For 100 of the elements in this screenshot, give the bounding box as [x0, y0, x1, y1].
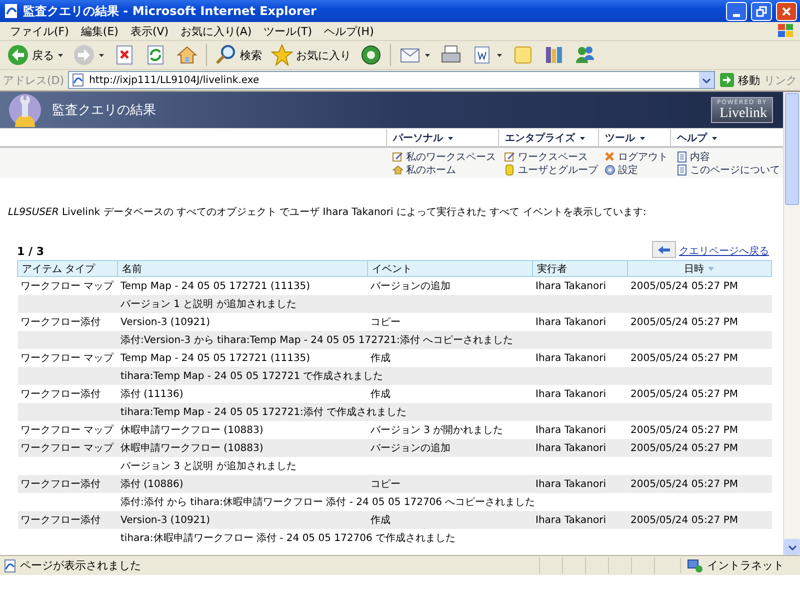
address-field[interactable]: http://ixjp111/LL9104J/livelink.exe: [68, 71, 715, 89]
search-button[interactable]: 検索: [212, 42, 265, 68]
nav-link[interactable]: ワークスペース: [504, 150, 598, 163]
nav-menu[interactable]: エンタプライズ: [498, 129, 598, 146]
nav-link[interactable]: 設定: [604, 163, 670, 176]
restore-button[interactable]: [751, 2, 772, 20]
media-icon: [360, 44, 382, 66]
table-cell: 休暇申請ワークフロー (10883): [118, 439, 368, 457]
go-button[interactable]: 移動: [719, 72, 760, 88]
table-cell: 2005/05/24 05:27 PM: [628, 475, 772, 493]
minimize-button[interactable]: [726, 2, 747, 20]
table-cell: Ihara Takanori: [532, 475, 628, 493]
menu-item[interactable]: ヘルプ(H): [318, 24, 380, 38]
table-cell: 2005/05/24 05:27 PM: [628, 439, 772, 457]
event-detail: 添付:Version-3 から tihara:Temp Map - 24 05 05 172721:添付 へコピーされました: [118, 331, 772, 349]
house-icon: [392, 164, 403, 176]
query-description: LL9SUSER Livelink データベースの すべてのオブジェクト でユーザ Ihara Takanori によって実行された すべて イベントを表示しています:: [8, 206, 648, 219]
table-cell: ワークフロー添付: [18, 511, 118, 529]
page-count: 1 / 3: [17, 245, 44, 258]
table-cell: ワークフロー添付: [18, 475, 118, 493]
wrench-person-icon: [6, 93, 44, 127]
column-header[interactable]: 実行者: [532, 260, 628, 276]
close-button[interactable]: [776, 2, 797, 20]
table-cell: 添付 (10886): [118, 475, 368, 493]
menu-item[interactable]: 表示(V): [124, 24, 175, 38]
back-button[interactable]: 戻る: [4, 42, 67, 68]
table-cell: Ihara Takanori: [532, 385, 628, 403]
table-cell: ワークフロー マップ: [18, 349, 118, 367]
column-header[interactable]: イベント: [368, 260, 532, 276]
nav-link[interactable]: ユーザとグループ: [504, 163, 598, 176]
nav-menu[interactable]: パーソナル: [386, 129, 498, 146]
table-cell: Version-3 (10921): [118, 511, 368, 529]
window-title: 監査クエリの結果 - Microsoft Internet Explorer: [23, 2, 318, 20]
restore-icon: [756, 6, 767, 16]
menu-item[interactable]: 編集(E): [74, 24, 124, 38]
page-icon: [676, 150, 687, 162]
books-icon: [543, 44, 565, 66]
sort-icon: [707, 266, 715, 272]
table-cell: ワークフロー マップ: [18, 421, 118, 439]
close-icon: [781, 6, 792, 16]
event-detail: tihara:Temp Map - 24 05 05 172721:添付 で作成されました: [118, 403, 772, 421]
column-header[interactable]: 名前: [118, 260, 368, 276]
nav-link[interactable]: 私のホーム: [392, 163, 498, 176]
table-cell: Temp Map - 24 05 05 172721 (11135): [118, 349, 368, 367]
column-header[interactable]: アイテム タイプ: [18, 260, 118, 276]
table-cell: コピー: [368, 475, 532, 493]
scrollbar-thumb[interactable]: [785, 93, 799, 205]
favorites-button[interactable]: お気に入り: [268, 42, 354, 68]
event-detail: tihara:休暇申請ワークフロー 添付 - 24 05 05 172706 で作成されました: [118, 529, 772, 547]
event-detail: バージョン 3 と説明 が追加されました: [118, 457, 772, 475]
caret-icon: [788, 542, 796, 552]
scroll-down-button[interactable]: [784, 539, 800, 555]
page-title: 監査クエリの結果: [52, 102, 157, 119]
table-cell: 2005/05/24 05:27 PM: [628, 511, 772, 529]
back-button[interactable]: [652, 241, 676, 258]
nav-link[interactable]: 私のワークスペース: [392, 150, 498, 163]
table-cell: Temp Map - 24 05 05 172721 (11135): [118, 276, 368, 295]
table-cell: 添付 (11136): [118, 385, 368, 403]
table-cell: バージョン 3 が開かれました: [368, 421, 532, 439]
column-header[interactable]: 日時: [628, 260, 772, 276]
network-icon: [687, 558, 703, 572]
back-to-query-link[interactable]: クエリページへ戻る: [679, 244, 769, 258]
table-cell: ワークフロー マップ: [18, 439, 118, 457]
nav-link[interactable]: このページについて: [676, 163, 778, 176]
table-cell: バージョンの追加: [368, 276, 532, 295]
nav-link[interactable]: ログアウト: [604, 150, 670, 163]
menu-item[interactable]: ファイル(F): [4, 24, 75, 38]
table-cell: Ihara Takanori: [532, 511, 628, 529]
page-icon: [71, 73, 86, 87]
flag-icon: [776, 23, 796, 39]
status-text: ページが表示されました: [20, 558, 142, 573]
table-cell: Ihara Takanori: [532, 349, 628, 367]
nav-menu[interactable]: ツール: [598, 129, 670, 146]
user-icon: [504, 164, 515, 176]
event-detail: 添付:添付 から tihara:休暇申請ワークフロー 添付 - 24 05 05 172706 へコピーされました: [118, 493, 772, 511]
dropdown-icon: [702, 76, 711, 84]
table-cell: Ihara Takanori: [532, 421, 628, 439]
menu-item[interactable]: ツール(T): [258, 24, 318, 38]
nav-link[interactable]: 内容: [676, 150, 778, 163]
table-cell: コピー: [368, 313, 532, 331]
page-icon: [676, 164, 687, 176]
minimize-icon: [733, 14, 740, 16]
search-icon: [215, 44, 237, 66]
nav-menu[interactable]: ヘルプ: [670, 129, 778, 146]
house-icon: [176, 44, 198, 66]
table-cell: 作成: [368, 511, 532, 529]
cross-icon: [604, 150, 615, 162]
table-cell: 作成: [368, 385, 532, 403]
star-icon: [271, 44, 293, 66]
table-cell: バージョンの追加: [368, 439, 532, 457]
table-cell: Ihara Takanori: [532, 439, 628, 457]
table-cell: Version-3 (10921): [118, 313, 368, 331]
table-cell: ワークフロー マップ: [18, 276, 118, 295]
menu-item[interactable]: お気に入り(A): [174, 24, 258, 38]
people-icon: [574, 44, 596, 66]
table-cell: 2005/05/24 05:27 PM: [628, 313, 772, 331]
address-label: アドレス(D): [3, 72, 64, 88]
table-cell: ワークフロー添付: [18, 385, 118, 403]
gear-icon: [604, 164, 615, 176]
table-cell: 2005/05/24 05:27 PM: [628, 385, 772, 403]
